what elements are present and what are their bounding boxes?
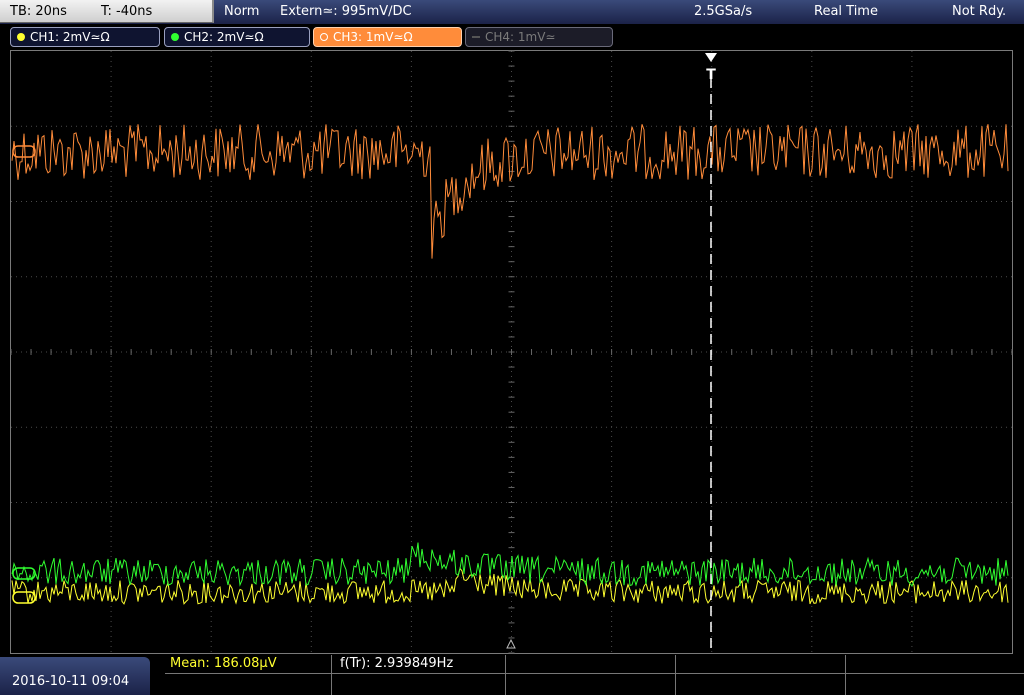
channel-2-indicator-icon (171, 33, 179, 41)
channel-1-label: CH1: 2mV≃Ω (30, 30, 110, 44)
measurement-column-divider (331, 655, 332, 695)
date-time-text: 2016-10-11 09:04 (12, 674, 130, 689)
channel-1-indicator-icon (17, 33, 25, 41)
measurement-row-divider (165, 673, 1024, 674)
channel-1-tab[interactable]: CH1: 2mV≃Ω (10, 27, 160, 47)
channel-2-label: CH2: 2mV≃Ω (184, 30, 264, 44)
channel-tab-row: CH1: 2mV≃Ω CH2: 2mV≃Ω CH3: 1mV≃Ω CH4: 1m… (0, 24, 1024, 50)
trigger-offset-value: T: -40ns (101, 4, 153, 19)
measurement-frequency[interactable]: f(Tr): 2.939849Hz (340, 656, 453, 672)
measurement-mean[interactable]: Mean: 186.08µV (170, 656, 277, 672)
date-time-display: 2016-10-11 09:04 (0, 657, 150, 695)
channel-3-tab[interactable]: CH3: 1mV≃Ω (313, 27, 462, 47)
channel-2-tab[interactable]: CH2: 2mV≃Ω (164, 27, 310, 47)
channel-4-indicator-icon (472, 36, 480, 38)
acquisition-mode[interactable]: Real Time (814, 0, 878, 23)
timebase-box[interactable]: TB: 20ns T: -40ns (0, 0, 214, 23)
channel-3-label: CH3: 1mV≃Ω (333, 30, 413, 44)
waveform-display[interactable]: T (0, 50, 1024, 655)
measurement-table[interactable]: Mean: 186.08µV f(Tr): 2.939849Hz (165, 655, 1024, 695)
channel-4-label: CH4: 1mV≃ (485, 30, 556, 44)
measurement-column-divider (675, 655, 676, 695)
trigger-source[interactable]: Extern≃: 995mV∕DC (280, 0, 412, 23)
channel-3-indicator-icon (320, 33, 328, 41)
trigger-marker-label: T (706, 67, 716, 83)
sample-rate[interactable]: 2.5GSa/s (694, 0, 752, 23)
trigger-status: Not Rdy. (952, 4, 1007, 19)
bottom-bar: 2016-10-11 09:04 Mean: 186.08µV f(Tr): 2… (0, 655, 1024, 695)
status-bar: TB: 20ns T: -40ns Norm Extern≃: 995mV∕DC… (0, 0, 1024, 24)
measurement-column-divider (505, 655, 506, 695)
oscilloscope-screen: TB: 20ns T: -40ns Norm Extern≃: 995mV∕DC… (0, 0, 1024, 695)
channel-4-tab[interactable]: CH4: 1mV≃ (465, 27, 613, 47)
measurement-column-divider (845, 655, 846, 695)
trigger-mode[interactable]: Norm (224, 0, 259, 23)
timebase-value: TB: 20ns (10, 4, 67, 19)
